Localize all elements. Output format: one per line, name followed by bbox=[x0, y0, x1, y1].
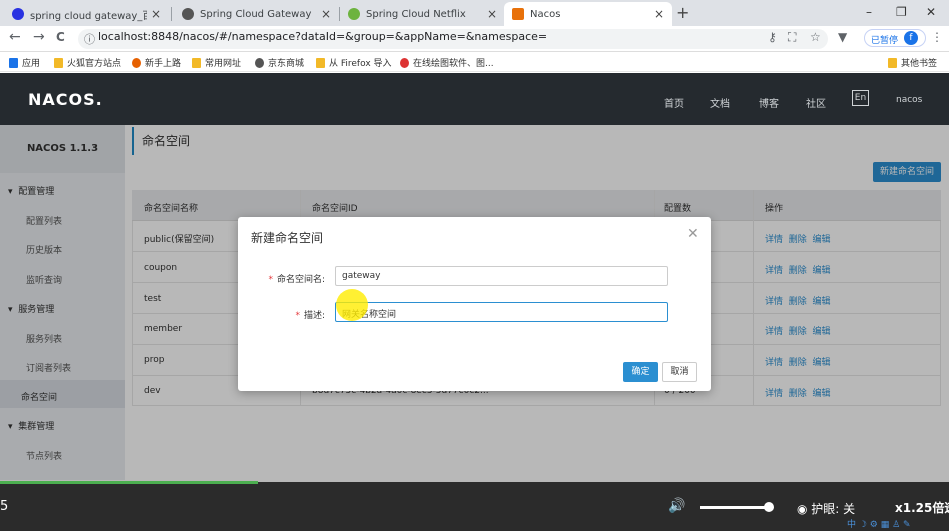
close-tab-icon[interactable]: × bbox=[321, 7, 331, 21]
tab-label: Nacos bbox=[530, 8, 561, 20]
name-label: * 命名空间名: bbox=[245, 272, 325, 285]
bookmark-other[interactable]: 其他书签 bbox=[888, 56, 937, 69]
eye-care-label: 护眼: 关 bbox=[811, 502, 856, 516]
firefox-icon bbox=[132, 57, 141, 68]
close-tab-icon[interactable]: × bbox=[654, 7, 664, 21]
cancel-button[interactable]: 取消 bbox=[662, 362, 697, 382]
baidu-icon bbox=[12, 8, 24, 20]
bookmark-drawing[interactable]: 在线绘图软件、图... bbox=[400, 56, 494, 69]
minimize-button[interactable]: – bbox=[866, 5, 872, 19]
tab-separator bbox=[171, 7, 172, 21]
tab-label: Spring Cloud Gateway bbox=[200, 8, 312, 20]
required-mark: * bbox=[268, 275, 273, 285]
url-text[interactable]: localhost:8848/nacos/#/namespace?dataId=… bbox=[98, 30, 547, 43]
tab-label: Spring Cloud Netflix bbox=[366, 8, 466, 20]
progress-bar[interactable] bbox=[0, 481, 258, 484]
volume-knob[interactable] bbox=[764, 502, 774, 512]
tab-nacos[interactable]: Nacos × bbox=[504, 2, 672, 26]
nacos-icon bbox=[512, 8, 524, 20]
apps-icon bbox=[9, 57, 18, 68]
desc-label: * 描述: bbox=[245, 308, 325, 321]
translate-icon[interactable]: ⛶ bbox=[788, 30, 796, 45]
info-icon[interactable]: ⓘ bbox=[84, 31, 95, 47]
nav-blog[interactable]: 博客 bbox=[759, 95, 779, 110]
globe-icon bbox=[182, 8, 194, 20]
close-icon[interactable]: ✕ bbox=[687, 226, 699, 242]
folder-icon bbox=[192, 57, 201, 68]
extension-icon[interactable]: ▼ bbox=[838, 30, 847, 44]
profile-avatar[interactable]: f bbox=[904, 31, 918, 45]
bookmark-common-sites[interactable]: 常用网址 bbox=[192, 56, 241, 69]
new-tab-button[interactable]: + bbox=[676, 3, 689, 22]
key-icon[interactable]: ⚷ bbox=[768, 30, 777, 44]
bookmark-apps[interactable]: 应用 bbox=[9, 56, 40, 69]
volume-icon[interactable]: 🔊 bbox=[668, 498, 685, 514]
language-toggle[interactable]: En bbox=[852, 90, 869, 106]
bookmark-label: 火狐官方站点 bbox=[67, 59, 122, 69]
bookmark-getting-started[interactable]: 新手上路 bbox=[132, 56, 181, 69]
globe-icon bbox=[255, 57, 264, 68]
close-tab-icon[interactable]: × bbox=[151, 7, 161, 21]
folder-icon bbox=[54, 57, 63, 68]
spring-icon bbox=[348, 8, 360, 20]
tab-label: spring cloud gateway_百度搜索 bbox=[30, 10, 147, 22]
nav-community[interactable]: 社区 bbox=[806, 95, 826, 110]
back-button[interactable]: ← bbox=[9, 29, 21, 45]
nav-docs[interactable]: 文档 bbox=[710, 95, 730, 110]
nacos-logo[interactable]: NACOS. bbox=[28, 90, 103, 109]
label-text: 命名空间名: bbox=[276, 275, 325, 285]
user-menu[interactable]: nacos bbox=[896, 95, 922, 105]
input-method-tray[interactable]: 中 ☽ ⚙ ▦ ♙ ✎ bbox=[847, 517, 911, 530]
folder-icon bbox=[888, 57, 897, 68]
bookmark-firefox-import[interactable]: 从 Firefox 导入 bbox=[316, 56, 392, 69]
bookmark-label: 应用 bbox=[22, 59, 41, 69]
bookmark-label: 在线绘图软件、图... bbox=[413, 59, 494, 69]
bookmark-jd[interactable]: 京东商城 bbox=[255, 56, 304, 69]
menu-icon[interactable]: ⋮ bbox=[931, 30, 943, 44]
reload-button[interactable]: C bbox=[56, 30, 65, 44]
required-mark: * bbox=[295, 311, 300, 321]
bookmark-label: 京东商城 bbox=[268, 59, 305, 69]
mouse-highlight bbox=[336, 289, 368, 321]
star-icon[interactable]: ☆ bbox=[810, 30, 821, 44]
bookmark-label: 其他书签 bbox=[901, 59, 938, 69]
nav-home[interactable]: 首页 bbox=[664, 95, 684, 110]
bookmark-firefox-site[interactable]: 火狐官方站点 bbox=[54, 56, 121, 69]
label-text: 描述: bbox=[303, 311, 325, 321]
bookmark-label: 新手上路 bbox=[145, 59, 182, 69]
tab-spring-netflix[interactable]: Spring Cloud Netflix × bbox=[340, 2, 505, 26]
drawing-icon bbox=[400, 57, 409, 68]
playback-time: 5 bbox=[0, 499, 9, 514]
tab-baidu[interactable]: spring cloud gateway_百度搜索 × bbox=[4, 2, 169, 26]
close-tab-icon[interactable]: × bbox=[487, 7, 497, 21]
folder-icon bbox=[316, 57, 325, 68]
forward-button[interactable]: → bbox=[33, 29, 45, 45]
namespace-name-input[interactable]: gateway bbox=[335, 266, 668, 286]
maximize-button[interactable]: ❐ bbox=[896, 5, 907, 19]
description-input[interactable]: 网关名称空间 bbox=[335, 302, 668, 322]
bookmark-label: 从 Firefox 导入 bbox=[329, 59, 392, 69]
speed-button[interactable]: x1.25倍速 bbox=[895, 499, 949, 516]
tab-spring-gateway[interactable]: Spring Cloud Gateway × bbox=[174, 2, 339, 26]
confirm-button[interactable]: 确定 bbox=[623, 362, 658, 382]
close-window-button[interactable]: ✕ bbox=[926, 5, 936, 19]
volume-slider[interactable] bbox=[700, 506, 770, 509]
bookmark-label: 常用网址 bbox=[205, 59, 242, 69]
eye-icon: ◉ bbox=[797, 502, 812, 516]
eye-care-toggle[interactable]: ◉ 护眼: 关 bbox=[797, 500, 855, 517]
dialog-title: 新建命名空间 bbox=[251, 231, 324, 245]
